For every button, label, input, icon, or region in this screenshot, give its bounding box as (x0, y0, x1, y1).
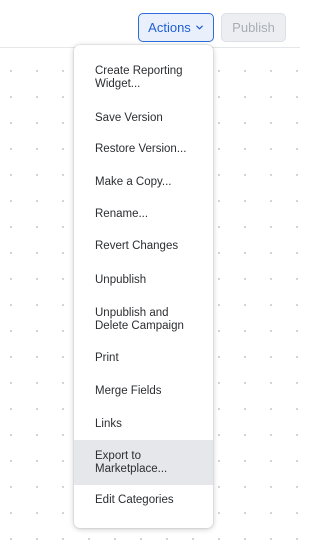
menu-item-merge-fields[interactable]: Merge Fields (74, 376, 213, 406)
actions-label: Actions (148, 20, 191, 35)
menu-item-restore-version[interactable]: Restore Version... (74, 134, 213, 164)
menu-item-create-reporting-widget[interactable]: Create Reporting Widget... (74, 53, 213, 103)
publish-label: Publish (232, 20, 275, 35)
menu-item-save-version[interactable]: Save Version (74, 103, 213, 133)
menu-item-unpublish-and-delete-campaign[interactable]: Unpublish and Delete Campaign (74, 297, 213, 343)
menu-item-links[interactable]: Links (74, 409, 213, 439)
menu-item-unpublish[interactable]: Unpublish (74, 265, 213, 295)
toolbar: Actions Publish (0, 0, 300, 48)
menu-item-edit-categories[interactable]: Edit Categories (74, 485, 213, 515)
menu-item-print[interactable]: Print (74, 343, 213, 373)
actions-dropdown-menu: Create Reporting Widget... Save Version … (74, 45, 213, 528)
menu-item-make-a-copy[interactable]: Make a Copy... (74, 167, 213, 197)
menu-item-export-to-marketplace[interactable]: Export to Marketplace... (74, 440, 213, 485)
menu-item-revert-changes[interactable]: Revert Changes (74, 231, 213, 261)
chevron-down-icon (195, 25, 203, 30)
actions-button[interactable]: Actions (138, 13, 214, 42)
publish-button[interactable]: Publish (221, 13, 286, 42)
menu-item-rename[interactable]: Rename... (74, 199, 213, 229)
